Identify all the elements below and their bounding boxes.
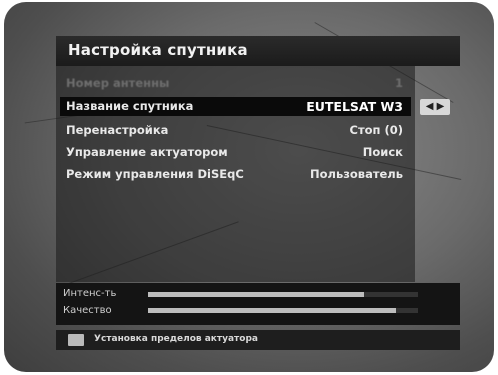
menu-item-value: EUTELSAT W3 <box>306 99 403 114</box>
settings-menu: Номер антенны 1 Название спутника EUTELS… <box>56 66 415 282</box>
menu-item-actuator-control[interactable]: Управление актуатором Поиск <box>60 143 411 162</box>
menu-item-label: Управление актуатором <box>66 145 228 159</box>
page-title: Настройка спутника <box>68 41 248 59</box>
menu-item-value: Стоп (0) <box>349 123 403 137</box>
tv-screen: Настройка спутника Номер антенны 1 Назва… <box>4 2 494 372</box>
menu-item-label: Перенастройка <box>66 123 169 137</box>
signal-meter-panel: Интенс-ть Качество <box>56 283 460 325</box>
menu-item-satellite-name[interactable]: Название спутника EUTELSAT W3 <box>60 97 411 116</box>
hint-text: Установка пределов актуатора <box>94 334 258 344</box>
menu-item-diseqc-mode[interactable]: Режим управления DiSEqC Пользователь <box>60 165 411 184</box>
title-bar: Настройка спутника <box>56 36 460 66</box>
intensity-meter-fill <box>148 292 364 297</box>
menu-item-value: Пользователь <box>310 167 403 181</box>
quality-meter <box>148 308 418 313</box>
intensity-label: Интенс-ть <box>63 288 117 299</box>
menu-item-retune[interactable]: Перенастройка Стоп (0) <box>60 121 411 140</box>
menu-item-label: Номер антенны <box>66 76 170 90</box>
intensity-meter <box>148 292 418 297</box>
hint-bar: Установка пределов актуатора <box>56 330 460 350</box>
menu-item-label: Название спутника <box>66 99 194 113</box>
quality-label: Качество <box>63 305 112 316</box>
remote-key-icon <box>68 334 84 346</box>
menu-item-label: Режим управления DiSEqC <box>66 167 244 181</box>
menu-item-value: Поиск <box>362 145 403 159</box>
menu-item-antenna-number: Номер антенны 1 <box>60 74 411 93</box>
menu-item-value: 1 <box>394 76 403 90</box>
quality-meter-fill <box>148 308 397 313</box>
left-right-arrows-icon[interactable]: ◀ ▶ <box>420 99 450 115</box>
